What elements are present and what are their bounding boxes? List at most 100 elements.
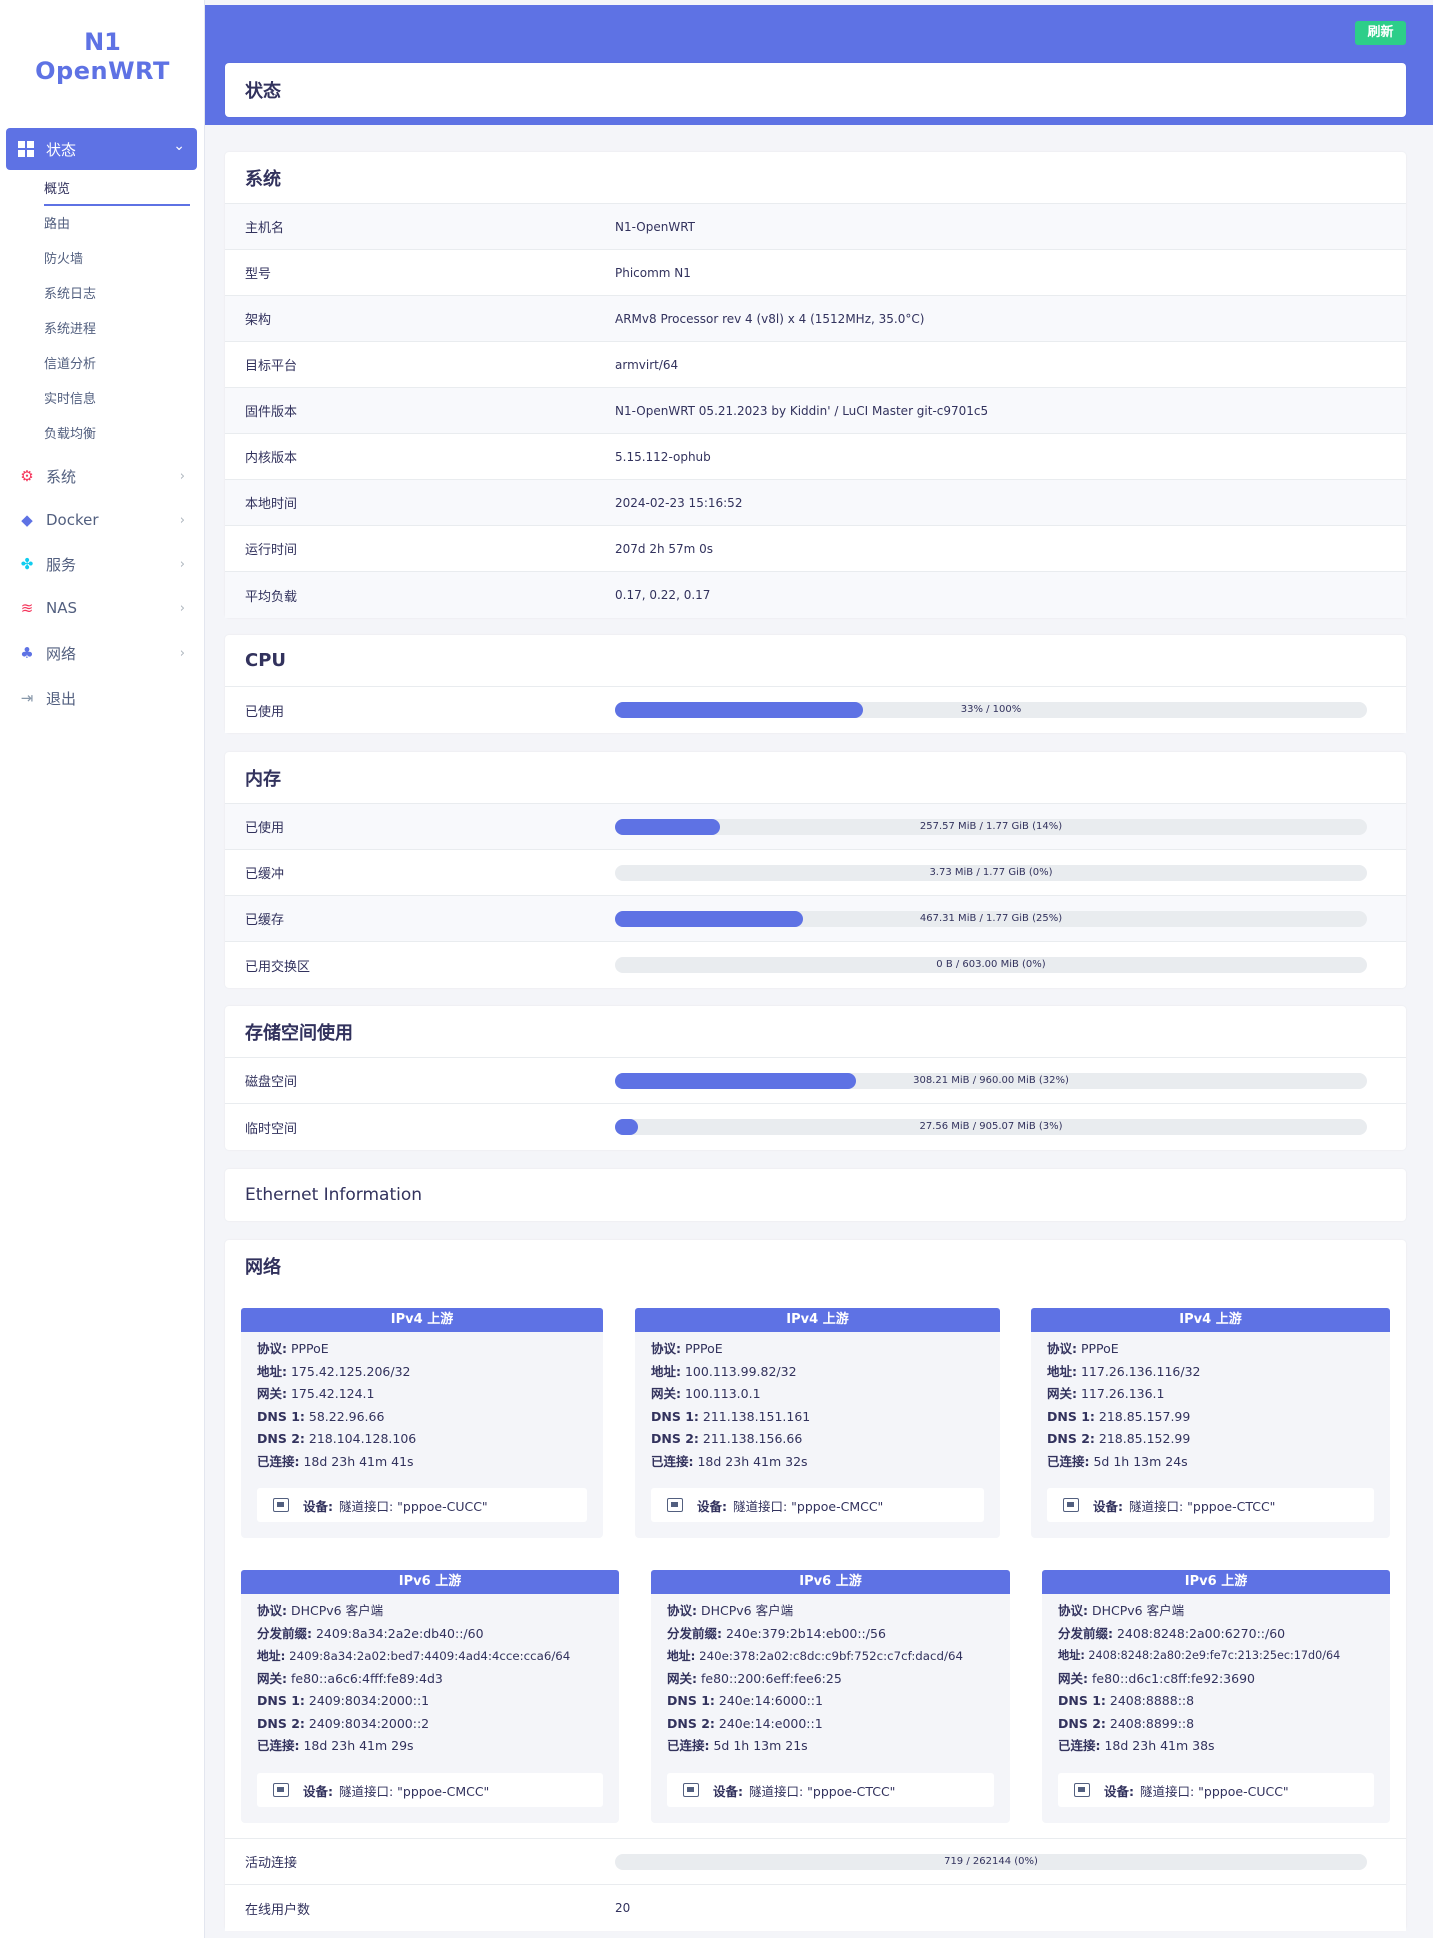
chevron-down-icon: ⌄ <box>173 138 185 154</box>
progress-bar: 257.57 MiB / 1.77 GiB (14%) <box>615 818 1367 835</box>
info-line: DNS 1: 2408:8888::8 <box>1058 1693 1195 1708</box>
brand-line2: OpenWRT <box>35 57 170 85</box>
row-value: 207d 2h 57m 0s <box>615 541 714 556</box>
row-label: 平均负载 <box>245 589 298 605</box>
section-title-memory: 内存 <box>245 768 281 790</box>
system-card: 系统 主机名 N1-OpenWRT 型号 Phicomm N1 架构 ARMv8 Pr… <box>225 152 1406 618</box>
submenu-item-overview[interactable]: 概览 <box>44 178 190 206</box>
chevron-right-icon: › <box>179 556 185 572</box>
device-row[interactable]: 设备: 隧道接口: "pppoe-CUCC" <box>257 1488 587 1522</box>
box-header: IPv4 上游 <box>635 1308 1000 1332</box>
chevron-right-icon: › <box>179 512 185 528</box>
progress-bar: 467.31 MiB / 1.77 GiB (25%) <box>615 910 1367 927</box>
info-row: 平均负载 0.17, 0.22, 0.17 <box>225 572 1406 618</box>
sidebar-item-docker[interactable]: ◆ Docker › <box>0 498 205 542</box>
page-title: 状态 <box>245 81 281 102</box>
row-value: ARMv8 Processor rev 4 (v8l) x 4 (1512MHz… <box>615 311 925 326</box>
box-header: IPv6 上游 <box>241 1570 619 1594</box>
sidebar-item-label: NAS <box>46 599 78 617</box>
section-title-ethernet: Ethernet Information <box>245 1185 423 1205</box>
info-line: DNS 2: 240e:14:e000::1 <box>667 1715 823 1731</box>
submenu-item-load-balancing[interactable]: 负载均衡 <box>44 423 190 458</box>
docker-icon: ◆ <box>21 511 33 529</box>
row-value: 0.17, 0.22, 0.17 <box>615 588 711 602</box>
submenu-item-realtime[interactable]: 实时信息 <box>44 388 190 423</box>
row-label: 固件版本 <box>245 405 298 420</box>
progress-text: 467.31 MiB / 1.77 GiB (25%) <box>919 912 1063 924</box>
info-line: 分发前缀: 2409:8a34:2a2e:db40::/60 <box>257 1625 484 1641</box>
device-row[interactable]: 设备: 隧道接口: "pppoe-CUCC" <box>1058 1773 1374 1807</box>
info-line: DNS 1: 58.22.96.66 <box>257 1408 385 1424</box>
info-line: 地址: 175.42.125.206/32 <box>257 1363 411 1379</box>
info-line: 分发前缀: 2408:8248:2a00:6270::/60 <box>1058 1625 1286 1641</box>
device-row[interactable]: 设备: 隧道接口: "pppoe-CMCC" <box>651 1488 984 1522</box>
sidebar-item-network[interactable]: ♣ 网络 › <box>0 631 205 675</box>
row-label: 已使用 <box>245 821 285 836</box>
progress-text: 308.21 MiB / 960.00 MiB (32%) <box>913 1074 1069 1086</box>
progress-bar: 27.56 MiB / 905.07 MiB (3%) <box>615 1119 1367 1135</box>
ipv6-upstream-box: IPv6 上游 协议: DHCPv6 客户端 分发前缀: 2409:8a34:2… <box>241 1570 619 1823</box>
progress-text: 0 B / 603.00 MiB (0%) <box>936 959 1046 970</box>
progress-bar: 3.73 MiB / 1.77 GiB (0%) <box>615 864 1367 881</box>
sidebar-item-label: 退出 <box>46 689 77 708</box>
usage-row: 已用交换区 0 B / 603.00 MiB (0%) <box>225 942 1406 988</box>
box-header: IPv4 上游 <box>1031 1308 1390 1332</box>
sidebar-item-status[interactable]: 状态 ⌄ <box>6 128 197 170</box>
row-label: 运行时间 <box>245 543 298 558</box>
submenu-item-channel-analysis[interactable]: 信道分析 <box>44 353 190 388</box>
box-header: IPv6 上游 <box>1042 1570 1390 1594</box>
row-label: 已用交换区 <box>245 959 311 975</box>
info-line: DNS 2: 2408:8899::8 <box>1058 1715 1195 1731</box>
refresh-button[interactable]: 刷新 <box>1355 21 1406 45</box>
sidebar-item-label: 系统 <box>46 467 77 486</box>
info-line: 网关: 175.42.124.1 <box>257 1386 375 1401</box>
device-row[interactable]: 设备: 隧道接口: "pppoe-CMCC" <box>257 1773 603 1807</box>
submenu-item-firewall[interactable]: 防火墙 <box>44 248 190 283</box>
submenu-item-processes[interactable]: 系统进程 <box>44 318 190 353</box>
row-label: 已缓冲 <box>245 867 285 882</box>
sidebar-item-nas[interactable]: ≋ NAS › <box>0 586 205 630</box>
network-card: 网络 IPv4 上游 协议: PPPoE 地址: 175.42.125.206/… <box>225 1240 1406 1931</box>
row-label: 活动连接 <box>245 1856 298 1871</box>
info-line: 分发前缀: 240e:379:2b14:eb00::/56 <box>667 1625 886 1641</box>
progress-bar: 308.21 MiB / 960.00 MiB (32%) <box>615 1072 1367 1089</box>
row-value: 2024-02-23 15:16:52 <box>615 495 743 510</box>
device-row[interactable]: 设备: 隧道接口: "pppoe-CTCC" <box>1047 1488 1374 1522</box>
progress-bar: 719 / 262144 (0%) <box>615 1853 1367 1870</box>
device-icon <box>1074 1783 1090 1797</box>
row-label: 型号 <box>245 267 272 282</box>
submenu-item-syslog[interactable]: 系统日志 <box>44 283 190 318</box>
progress-bar: 33% / 100% <box>615 702 1367 718</box>
row-label: 架构 <box>245 313 272 328</box>
info-line: 已连接: 18d 23h 41m 32s <box>651 1453 808 1469</box>
usage-row: 已缓冲 3.73 MiB / 1.77 GiB (0%) <box>225 850 1406 896</box>
database-icon: ≋ <box>20 599 34 617</box>
progress-text: 257.57 MiB / 1.77 GiB (14%) <box>919 820 1063 832</box>
info-row: 主机名 N1-OpenWRT <box>225 204 1406 250</box>
info-line: DNS 1: 218.85.157.99 <box>1047 1408 1191 1424</box>
row-value: 20 <box>615 1901 631 1915</box>
info-line: DNS 2: 218.85.152.99 <box>1047 1431 1191 1446</box>
logout-icon: ⇥ <box>20 689 34 707</box>
info-line: 网关: 117.26.136.1 <box>1047 1386 1165 1401</box>
sidebar-item-services[interactable]: ✤ 服务 › <box>0 542 205 586</box>
storage-card: 存储空间使用 磁盘空间 308.21 MiB / 960.00 MiB (32%)… <box>225 1006 1406 1150</box>
device-row[interactable]: 设备: 隧道接口: "pppoe-CTCC" <box>667 1773 994 1807</box>
sidebar: N1 OpenWRT 状态 ⌄ 概览 路由 防火墙 系统日志 系统进程 信道分析… <box>0 0 205 1938</box>
usage-row: 活动连接 719 / 262144 (0%) <box>225 1839 1406 1885</box>
sidebar-item-system[interactable]: ⚙ 系统 › <box>0 454 205 498</box>
sidebar-item-logout[interactable]: ⇥ 退出 <box>0 676 205 720</box>
info-line: 已连接: 18d 23h 41m 29s <box>257 1738 414 1753</box>
info-row: 运行时间 207d 2h 57m 0s <box>225 526 1406 572</box>
box-header: IPv4 上游 <box>241 1308 603 1332</box>
submenu-item-routes[interactable]: 路由 <box>44 213 190 248</box>
usage-row: 已使用 257.57 MiB / 1.77 GiB (14%) <box>225 804 1406 850</box>
info-line: 地址: 2408:8248:2a80:2e9:fe7c:213:25ec:17d… <box>1058 1649 1341 1662</box>
section-title-cpu: CPU <box>245 650 287 671</box>
box-header: IPv6 上游 <box>651 1570 1010 1594</box>
ipv6-upstream-box: IPv6 上游 协议: DHCPv6 客户端 分发前缀: 2408:8248:2… <box>1042 1570 1390 1823</box>
progress-bar: 0 B / 603.00 MiB (0%) <box>615 957 1367 973</box>
brand-logo[interactable]: N1 OpenWRT <box>0 28 205 86</box>
progress-text: 719 / 262144 (0%) <box>944 1855 1038 1867</box>
info-line: 已连接: 18d 23h 41m 38s <box>1058 1738 1215 1753</box>
